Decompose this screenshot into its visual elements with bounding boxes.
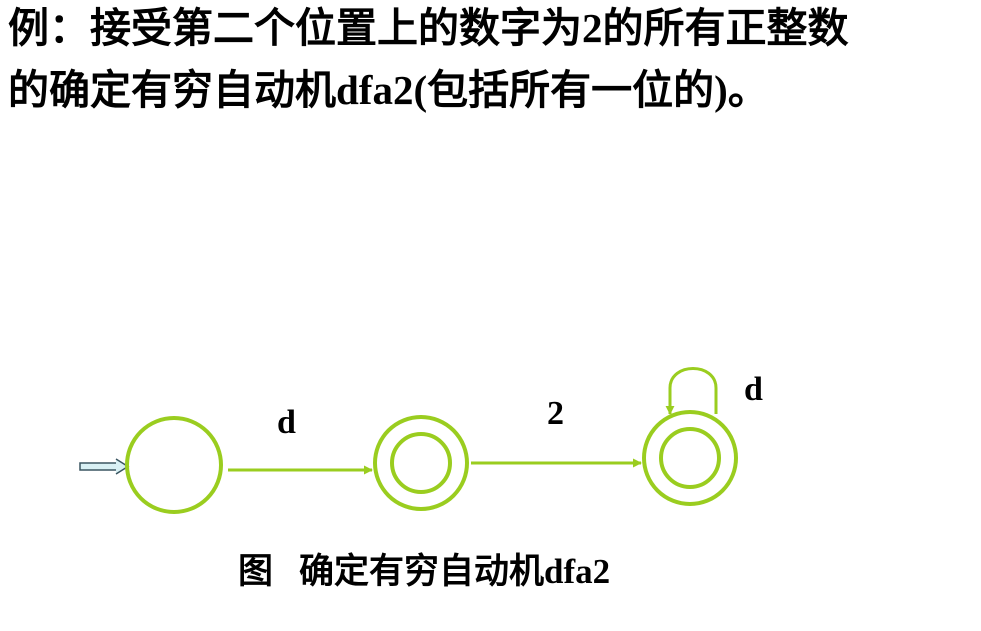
caption-text: 确定有穷自动机	[299, 552, 545, 592]
edge-label-q1-q2: 2	[547, 395, 564, 432]
figure-caption: 图确定有穷自动机dfa2	[238, 548, 610, 596]
state-q0	[125, 416, 223, 514]
edge-q2-self-loop	[665, 367, 718, 415]
start-arrow-icon	[79, 458, 130, 475]
edge-label-q2-self: d	[744, 371, 763, 408]
slide: 例：接受第二个位置上的数字为2的所有正整数 的确定有穷自动机dfa2(包括所有一…	[0, 0, 981, 631]
edge-label-q0-q1: d	[277, 404, 296, 441]
state-q1	[373, 415, 469, 511]
caption-prefix: 图	[238, 552, 274, 592]
dfa-diagram: d 2 d	[79, 367, 763, 514]
caption-automaton-name: dfa2	[544, 552, 611, 591]
state-q2	[642, 410, 738, 506]
